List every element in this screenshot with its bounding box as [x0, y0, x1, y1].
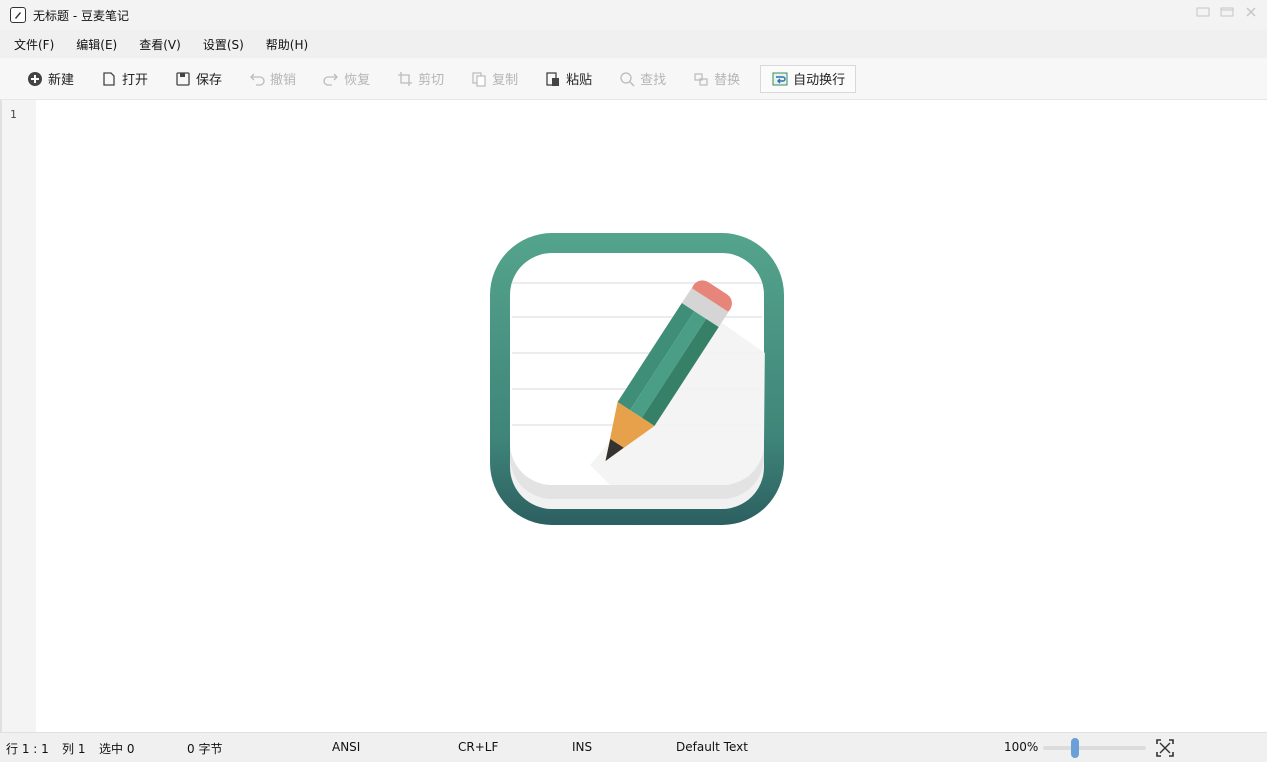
copy-label: 复制: [492, 73, 519, 88]
document-icon: [100, 70, 118, 88]
status-row: 行 1 : 1: [6, 742, 49, 756]
plus-circle-icon: [26, 70, 44, 88]
status-bytes: 0 字节: [187, 742, 223, 756]
window-controls: [1193, 4, 1261, 20]
zoom-slider-track[interactable]: [1043, 746, 1146, 750]
copy-button[interactable]: 复制: [464, 65, 524, 93]
redo-button[interactable]: 恢复: [316, 65, 376, 93]
crop-icon: [396, 70, 414, 88]
search-icon: [618, 70, 636, 88]
paste-button[interactable]: 粘贴: [538, 65, 598, 93]
minimize-icon[interactable]: [1193, 4, 1213, 20]
replace-label: 替换: [714, 73, 741, 88]
open-button[interactable]: 打开: [94, 65, 154, 93]
status-col: 列 1: [62, 742, 86, 756]
close-icon[interactable]: [1241, 4, 1261, 20]
title-bar: 无标题 - 豆麦笔记: [0, 0, 1267, 30]
word-wrap-toggle[interactable]: 自动换行: [760, 64, 857, 93]
paste-icon: [544, 70, 562, 88]
copy-icon: [470, 70, 488, 88]
zoom-level: 100%: [1004, 740, 1039, 754]
paste-label: 粘贴: [566, 73, 593, 88]
save-icon: [174, 70, 192, 88]
menu-view[interactable]: 查看(V): [139, 36, 181, 53]
undo-label: 撤销: [270, 73, 297, 88]
menu-file[interactable]: 文件(F): [14, 36, 54, 53]
status-encoding[interactable]: ANSI: [332, 740, 360, 754]
fit-screen-icon[interactable]: [1155, 738, 1175, 758]
status-syntax[interactable]: Default Text: [676, 740, 748, 754]
menu-edit[interactable]: 编辑(E): [76, 36, 117, 53]
maximize-icon[interactable]: [1217, 4, 1237, 20]
zoom-slider-handle[interactable]: [1071, 738, 1079, 758]
menu-settings[interactable]: 设置(S): [203, 36, 244, 53]
notepad-pencil-logo: [490, 233, 784, 525]
line-number: 1: [10, 108, 17, 121]
status-insert-mode[interactable]: INS: [572, 740, 592, 754]
window-title: 无标题 - 豆麦笔记: [33, 8, 129, 23]
new-button[interactable]: 新建: [20, 65, 80, 93]
menu-help[interactable]: 帮助(H): [266, 36, 308, 53]
app-icon: [10, 7, 26, 23]
replace-button[interactable]: 替换: [686, 65, 746, 93]
word-wrap-icon: [771, 70, 789, 88]
open-label: 打开: [122, 73, 149, 88]
undo-icon: [248, 70, 266, 88]
save-label: 保存: [196, 73, 223, 88]
undo-button[interactable]: 撤销: [242, 65, 302, 93]
cut-button[interactable]: 剪切: [390, 65, 450, 93]
editor-area[interactable]: 1: [0, 100, 1267, 732]
redo-label: 恢复: [344, 73, 371, 88]
new-label: 新建: [48, 73, 75, 88]
save-button[interactable]: 保存: [168, 65, 228, 93]
status-line-ending[interactable]: CR+LF: [458, 740, 498, 754]
cut-label: 剪切: [418, 73, 445, 88]
word-wrap-label: 自动换行: [793, 73, 846, 88]
line-number-gutter: 1: [0, 100, 36, 732]
status-selected: 选中 0: [99, 742, 135, 756]
redo-icon: [322, 70, 340, 88]
find-button[interactable]: 查找: [612, 65, 672, 93]
toolbar: 新建 打开 保存 撤销 恢复 剪切 复制 粘贴 查找 替换 自动换行: [0, 58, 1267, 100]
menu-bar: 文件(F) 编辑(E) 查看(V) 设置(S) 帮助(H): [0, 30, 1267, 58]
status-bar: 行 1 : 1 列 1 选中 0 0 字节 ANSI CR+LF INS Def…: [0, 732, 1267, 762]
find-label: 查找: [640, 73, 667, 88]
replace-icon: [692, 70, 710, 88]
